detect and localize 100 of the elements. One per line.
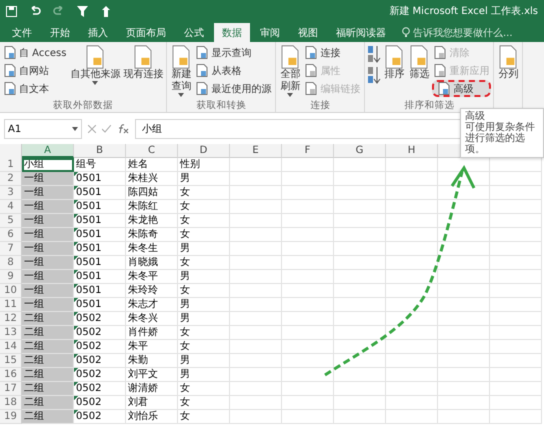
table-cell: 0501	[74, 186, 126, 200]
ribbon-button[interactable]: 自其他来源	[69, 44, 122, 86]
column-header[interactable]: C	[126, 144, 178, 158]
search-field[interactable]: 告诉我您想要做什么...	[402, 23, 513, 42]
table-cell: 女	[178, 256, 230, 270]
table-cell: 肖晓娥	[126, 256, 178, 270]
column-header[interactable]: G	[334, 144, 386, 158]
ribbon-button[interactable]: 显示查询	[194, 44, 274, 61]
ribbon-button[interactable]: 连接	[303, 44, 362, 61]
ribbon-button[interactable]: 筛选	[407, 44, 432, 82]
column-header[interactable]: A	[22, 144, 74, 158]
table-cell: 女	[178, 340, 230, 354]
name-box[interactable]: A1	[4, 119, 82, 139]
row-header[interactable]: 15	[0, 354, 22, 368]
table-cell: 朱志才	[126, 298, 178, 312]
table-cell: 女	[178, 410, 230, 424]
row-header[interactable]: 19	[0, 410, 22, 424]
table-cell: 女	[178, 186, 230, 200]
table-cell: 二组	[22, 340, 74, 354]
ribbon-button[interactable]: 排序	[382, 44, 406, 82]
ribbon-button[interactable]: 新建查询	[169, 44, 194, 98]
table-cell: 一组	[22, 172, 74, 186]
table-cell: 0501	[74, 284, 126, 298]
ribbon-button[interactable]: 从表格	[194, 62, 274, 79]
column-header[interactable]: E	[230, 144, 282, 158]
table-cell: 0502	[74, 326, 126, 340]
ribbon-tab[interactable]: 福昕阅读器	[328, 23, 394, 42]
ribbon-tab[interactable]: 视图	[290, 23, 326, 42]
table-cell: 朱陈奇	[126, 228, 178, 242]
ribbon-button[interactable]: 自网站	[2, 62, 68, 79]
advanced-filter-button[interactable]: 高级	[432, 80, 492, 97]
table-cell: 一组	[22, 298, 74, 312]
table-cell: 女	[178, 228, 230, 242]
table-cell: 一组	[22, 200, 74, 214]
window-title: 新建 Microsoft Excel 工作表.xls	[389, 4, 538, 18]
row-header[interactable]: 18	[0, 396, 22, 410]
column-header[interactable]: F	[282, 144, 334, 158]
ribbon-button[interactable]: 自文本	[2, 80, 68, 97]
table-cell: 女	[178, 396, 230, 410]
row-header[interactable]: 14	[0, 340, 22, 354]
row-header[interactable]: 3	[0, 186, 22, 200]
ribbon-tab[interactable]: 插入	[80, 23, 116, 42]
table-cell: 0501	[74, 228, 126, 242]
ribbon-button[interactable]: 全部刷新	[278, 44, 302, 98]
table-cell: 女	[178, 214, 230, 228]
ribbon-button[interactable]: 自 Access	[2, 44, 68, 61]
row-header[interactable]: 6	[0, 228, 22, 242]
ribbon-button[interactable]: 最近使用的源	[194, 80, 274, 97]
table-cell: 女	[178, 200, 230, 214]
table-cell: 0502	[74, 340, 126, 354]
table-cell: 0502	[74, 382, 126, 396]
ribbon-tab[interactable]: 公式	[176, 23, 212, 42]
table-cell: 0502	[74, 354, 126, 368]
table-cell: 二组	[22, 410, 74, 424]
table-cell: 二组	[22, 312, 74, 326]
table-cell: 组号	[74, 158, 126, 172]
group-label: 排序和筛选	[403, 99, 456, 112]
ribbon-button[interactable]: 分列	[496, 44, 520, 82]
table-cell: 0501	[74, 214, 126, 228]
table-cell: 男	[178, 242, 230, 256]
table-cell: 刘君	[126, 396, 178, 410]
column-header[interactable]: H	[386, 144, 438, 158]
row-header[interactable]: 12	[0, 312, 22, 326]
row-header[interactable]: 8	[0, 256, 22, 270]
table-cell: 一组	[22, 214, 74, 228]
row-header[interactable]: 13	[0, 326, 22, 340]
table-cell: 刘怡乐	[126, 410, 178, 424]
row-header[interactable]: 2	[0, 172, 22, 186]
ribbon-button[interactable]: 现有连接	[122, 44, 164, 82]
table-cell: 男	[178, 172, 230, 186]
row-header[interactable]: 11	[0, 298, 22, 312]
row-header[interactable]: 9	[0, 270, 22, 284]
table-cell: 朱勤	[126, 354, 178, 368]
row-header[interactable]: 4	[0, 200, 22, 214]
row-header[interactable]: 16	[0, 368, 22, 382]
group-label: 获取和转换	[195, 99, 248, 112]
row-header[interactable]: 17	[0, 382, 22, 396]
row-header[interactable]: 10	[0, 284, 22, 298]
ribbon-tab[interactable]: 页面布局	[118, 23, 174, 42]
ribbon-tab[interactable]: 数据	[214, 23, 250, 42]
ribbon-tab[interactable]: 开始	[42, 23, 78, 42]
table-cell: 男	[178, 354, 230, 368]
table-cell: 女	[178, 284, 230, 298]
row-header[interactable]: 7	[0, 242, 22, 256]
table-cell: 男	[178, 312, 230, 326]
table-cell: 二组	[22, 326, 74, 340]
table-cell: 谢清娇	[126, 382, 178, 396]
column-header[interactable]: B	[74, 144, 126, 158]
table-cell: 女	[178, 382, 230, 396]
row-header[interactable]: 1	[0, 158, 22, 172]
table-cell: 0502	[74, 410, 126, 424]
ribbon-tab[interactable]: 文件	[4, 23, 40, 42]
table-cell: 0501	[74, 172, 126, 186]
row-header[interactable]: 5	[0, 214, 22, 228]
column-header[interactable]: D	[178, 144, 230, 158]
table-cell: 男	[178, 270, 230, 284]
table-cell: 0502	[74, 368, 126, 382]
table-cell: 一组	[22, 270, 74, 284]
ribbon-tab[interactable]: 审阅	[252, 23, 288, 42]
table-cell: 二组	[22, 396, 74, 410]
